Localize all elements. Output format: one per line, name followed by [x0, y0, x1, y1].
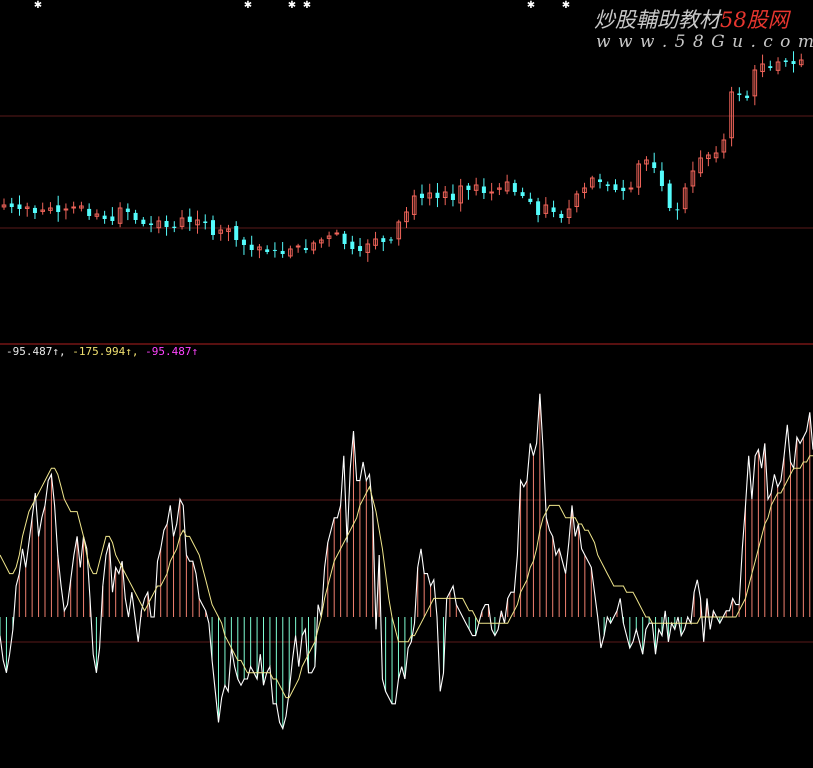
candle-body — [110, 216, 115, 221]
candle-body — [350, 241, 355, 249]
candle-body — [295, 245, 301, 248]
candle-body — [659, 170, 664, 186]
candle-body — [613, 184, 618, 190]
candle-body — [32, 207, 37, 213]
candle-body — [783, 60, 788, 62]
watermark-title: 炒股輔助教材58股网 — [594, 8, 789, 32]
candle-body — [280, 250, 285, 254]
candle-body — [249, 244, 254, 250]
candle-body — [71, 206, 76, 209]
candle-body — [528, 198, 533, 202]
candle-body — [628, 187, 634, 190]
candle-body — [559, 213, 564, 218]
stock-chart: ✱ ✱ ✱ ✱ ✱ ✱ — [0, 0, 813, 768]
top-marker: ✱ — [244, 0, 252, 11]
candle-body — [63, 208, 69, 211]
candle-body — [334, 232, 340, 235]
candle-body — [303, 247, 308, 250]
candle-body — [164, 220, 169, 227]
top-marker: ✱ — [562, 0, 570, 11]
candle-body — [605, 184, 610, 186]
indicator-value-2: -175.994↑, — [72, 345, 139, 358]
candle-body — [667, 183, 672, 208]
candle-body — [621, 187, 626, 191]
chart-background — [0, 0, 813, 768]
candle-body — [419, 193, 424, 198]
indicator-value-1: -95.487↑, — [6, 345, 66, 358]
candle-body — [389, 239, 394, 241]
candle-body — [768, 66, 773, 68]
candle-body — [358, 246, 363, 251]
candle-body — [381, 238, 386, 242]
candle-body — [87, 208, 92, 216]
candle-body — [149, 223, 154, 225]
candle-body — [737, 93, 742, 95]
top-marker: ✱ — [34, 0, 42, 11]
candle-body — [745, 95, 750, 98]
candle-body — [125, 208, 130, 212]
candle-body — [598, 179, 603, 182]
candle-body — [56, 205, 61, 212]
candle-body — [17, 204, 22, 209]
candle-body — [466, 185, 471, 190]
candle-body — [203, 221, 208, 223]
top-marker: ✱ — [288, 0, 296, 11]
candle-body — [481, 186, 486, 193]
candle-body — [9, 203, 14, 207]
watermark-url: w w w . 5 8 G u . c o m — [596, 32, 813, 52]
indicator-header: -95.487↑, -175.994↑, -95.487↑ — [6, 345, 198, 358]
candle-body — [435, 192, 440, 198]
candle-body — [133, 212, 138, 220]
candle-body — [141, 219, 146, 224]
candle-body — [652, 162, 657, 168]
candle-body — [536, 201, 541, 215]
top-marker: ✱ — [303, 0, 311, 11]
candle-body — [551, 207, 556, 212]
candle-body — [234, 226, 239, 240]
candle-body — [675, 209, 680, 211]
candle-body — [520, 192, 525, 196]
candle-body — [210, 220, 215, 235]
candle-body — [265, 249, 270, 252]
candle-body — [102, 215, 107, 219]
indicator-value-3: -95.487↑ — [145, 345, 199, 358]
candle-body — [489, 191, 494, 194]
candle-body — [450, 193, 455, 200]
candle-body — [172, 226, 177, 228]
candle-body — [512, 183, 517, 192]
candle-body — [342, 233, 347, 244]
candle-body — [241, 239, 246, 245]
candle-body — [187, 216, 192, 222]
candle-body — [791, 61, 796, 64]
candle-body — [272, 249, 277, 251]
top-marker: ✱ — [527, 0, 535, 11]
